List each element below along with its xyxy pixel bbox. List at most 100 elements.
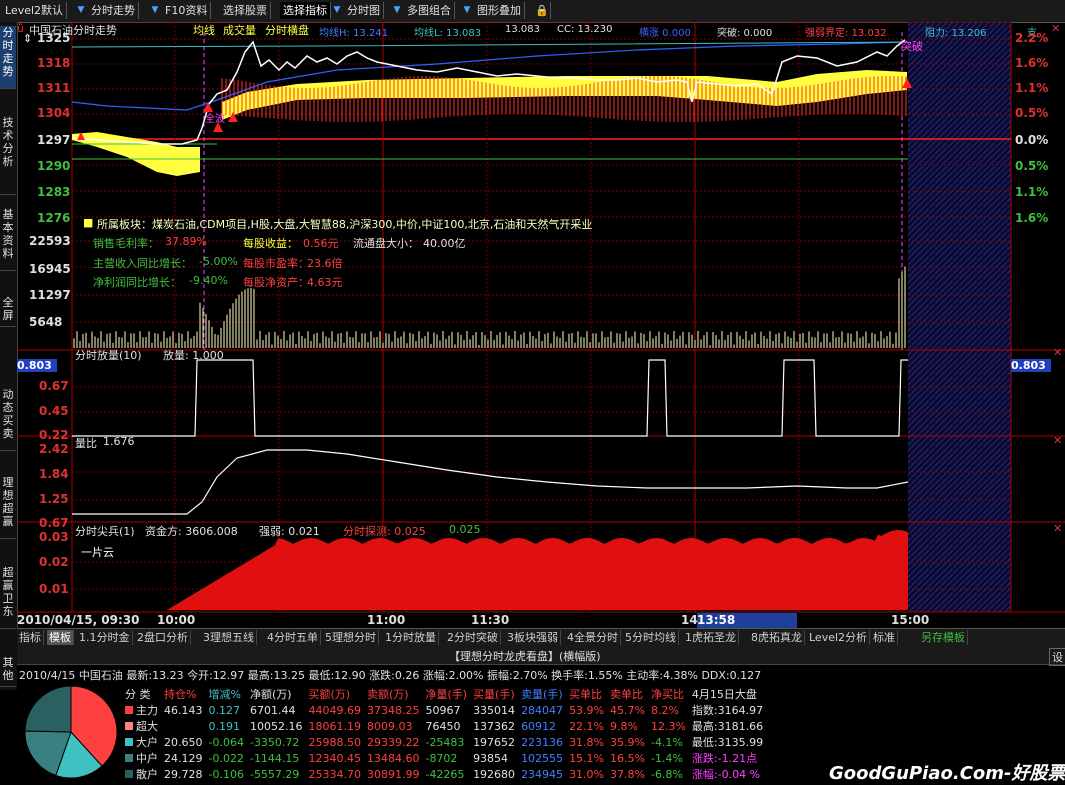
p2-current-value: 0.803 — [17, 359, 57, 372]
table-cell: -0.064 — [208, 735, 244, 749]
holding-pie-chart — [24, 685, 118, 779]
table-cell: -0.022 — [208, 751, 244, 765]
table-header: 卖量(手) — [521, 688, 563, 701]
lefttab-fenshi[interactable]: 分时走势 — [0, 26, 16, 89]
table-header: 卖额(万) — [366, 688, 409, 701]
sector-square-icon: ■ — [83, 216, 94, 229]
f-jingzichan-value: 4.63元 — [307, 276, 343, 289]
tab-item[interactable]: 4全景分时 — [565, 630, 621, 645]
toolbar-fenshi[interactable]: 分时走势 — [88, 2, 139, 19]
toolbar-select-stock[interactable]: 选择股票 — [220, 2, 271, 19]
table-cell: 22.1% — [569, 719, 605, 733]
toolbar-level2-default[interactable]: Level2默认 — [2, 2, 68, 19]
time-start: 2010/04/15, 09:30 — [17, 613, 140, 627]
table-cell: 93854 — [473, 751, 509, 765]
tab-item[interactable]: 8虎拓真龙 — [749, 630, 805, 645]
dropdown-arrow-icon[interactable]: ▼ — [76, 2, 86, 19]
settings-button[interactable]: 设 — [1049, 648, 1065, 666]
table-row: 大户 20.650 -0.064 -3350.72 25988.50 29339.22 -2… — [125, 734, 769, 750]
close-icon[interactable]: ✕ — [1051, 22, 1060, 35]
lefttab-dynamic[interactable]: 动态买卖 — [0, 388, 16, 451]
toolbar-fenshi-chart[interactable]: 分时图 — [344, 2, 384, 19]
cc-value: CC: 13.230 — [557, 24, 613, 35]
table-header: 净买比 — [650, 688, 684, 701]
toolbar-multi-chart[interactable]: 多图组合 — [404, 2, 455, 19]
tab-item[interactable]: 3板块强弱 — [505, 630, 561, 645]
tab-item[interactable]: 4分时五单 — [265, 630, 321, 645]
close-icon[interactable]: ✕ — [1053, 346, 1062, 359]
table-header: 买额(万) — [308, 688, 351, 701]
p3-tick: 0.67 — [39, 516, 69, 530]
tab-item[interactable]: 1分时放量 — [383, 630, 439, 645]
close-icon[interactable]: ✕ — [1053, 434, 1062, 447]
f-liutong-label: 流通盘大小： — [353, 237, 419, 250]
lock-icon[interactable]: 🔒 — [532, 2, 551, 19]
price-tick: 1325 — [37, 31, 71, 45]
toolbar-f10[interactable]: F10资料 — [162, 2, 212, 19]
table-header: 净量(手) — [425, 688, 468, 701]
table-cell: 12340.45 — [308, 751, 361, 765]
pct-tick: 1.1% — [1015, 185, 1049, 199]
f-liutong-value: 40.00亿 — [423, 237, 466, 250]
time-1100: 11:00 — [367, 613, 406, 627]
p4-qiangruo: 强弱: 0.021 — [259, 525, 320, 538]
tab-item[interactable]: 3理想五线 — [201, 630, 257, 645]
lefttab-other[interactable]: 其他 — [0, 656, 16, 687]
toolbar-overlay[interactable]: 图形叠加 — [474, 2, 525, 19]
time-cursor: 13:58 — [697, 613, 736, 627]
p3-tick: 2.42 — [39, 442, 69, 456]
dropdown-arrow-icon[interactable]: ▼ — [332, 2, 342, 19]
table-header: 买量(手) — [473, 688, 515, 701]
f-zhuying-label: 主营收入同比增长： — [93, 257, 192, 270]
tab-standard[interactable]: 标准 — [871, 630, 898, 645]
table-cell: 8009.03 — [366, 719, 413, 733]
p2-tick: 0.67 — [39, 379, 69, 393]
lefttab-basic[interactable]: 基本资料 — [0, 208, 16, 271]
f-shiying-value: 23.6倍 — [307, 257, 343, 270]
fangliang-line — [72, 359, 908, 437]
dropdown-arrow-icon[interactable]: ▼ — [150, 2, 160, 19]
tab-save-template[interactable]: 另存模板 — [919, 630, 968, 645]
tab-item[interactable]: 1.1分时金 — [77, 630, 133, 645]
table-cell: 18061.19 — [308, 719, 361, 733]
table-cell: 50967 — [425, 703, 461, 717]
tab-zhibiao[interactable]: 指标 — [17, 630, 44, 645]
table-cell: 76450 — [425, 719, 461, 733]
tab-muban[interactable]: 模板 — [47, 630, 74, 645]
table-cell: 37348.25 — [366, 703, 420, 717]
table-cell: 192680 — [473, 767, 516, 781]
lefttab-tech[interactable]: 技术分析 — [0, 116, 16, 195]
table-cell: 0.191 — [208, 719, 241, 733]
vol-tick: 5648 — [29, 315, 63, 329]
table-cell: 0.127 — [208, 703, 241, 717]
table-cell: 284047 — [521, 703, 564, 717]
lefttab-chaoying[interactable]: 超赢卫东 — [0, 566, 16, 629]
table-header: 4月15日大盘 — [691, 688, 757, 701]
tab-item[interactable]: Level2分析 — [807, 630, 871, 645]
dropdown-arrow-icon[interactable]: ▼ — [392, 2, 402, 19]
p2-value: 放量: 1.000 — [163, 349, 224, 362]
zuli-value: 阻力: 13.206 — [925, 28, 987, 39]
tab-item[interactable]: 1虎拓圣龙 — [683, 630, 739, 645]
table-cell: 197652 — [473, 735, 516, 749]
p2-title: 分时放量(10) — [75, 349, 142, 362]
tab-item[interactable]: 2盘口分析 — [135, 630, 191, 645]
tupo-marker: 突破 — [901, 40, 923, 53]
expand-icon[interactable]: ⇕ — [23, 32, 32, 45]
table-cell: 137362 — [473, 719, 516, 733]
lefttab-lixiang[interactable]: 理想超赢 — [0, 476, 16, 539]
label-hengpan: 分时横盘 — [265, 24, 309, 37]
f-shouyi-label: 每股收益： — [243, 237, 298, 250]
tab-item[interactable]: 5理想分时 — [323, 630, 379, 645]
tab-item[interactable]: 5分时均线 — [623, 630, 679, 645]
dropdown-arrow-icon[interactable]: ▼ — [462, 2, 472, 19]
tab-item[interactable]: 2分时突破 — [445, 630, 501, 645]
close-icon[interactable]: ✕ — [1053, 522, 1062, 535]
table-cell: 25988.50 — [308, 735, 361, 749]
table-cell: -42265 — [425, 767, 465, 781]
fund-flow-table: 分 类持仓% 增减% 净额(万) 买额(万) 卖额(万) 净量(手) 买量(手) 卖量(手) 买… — [125, 686, 769, 782]
toolbar-select-indicator[interactable]: 选择指标 — [280, 2, 331, 19]
p3-value: 1.676 — [103, 435, 135, 448]
lefttab-fullscreen[interactable]: 全屏 — [0, 296, 16, 327]
ma-h-value: 均线H: 13.241 — [319, 28, 389, 39]
